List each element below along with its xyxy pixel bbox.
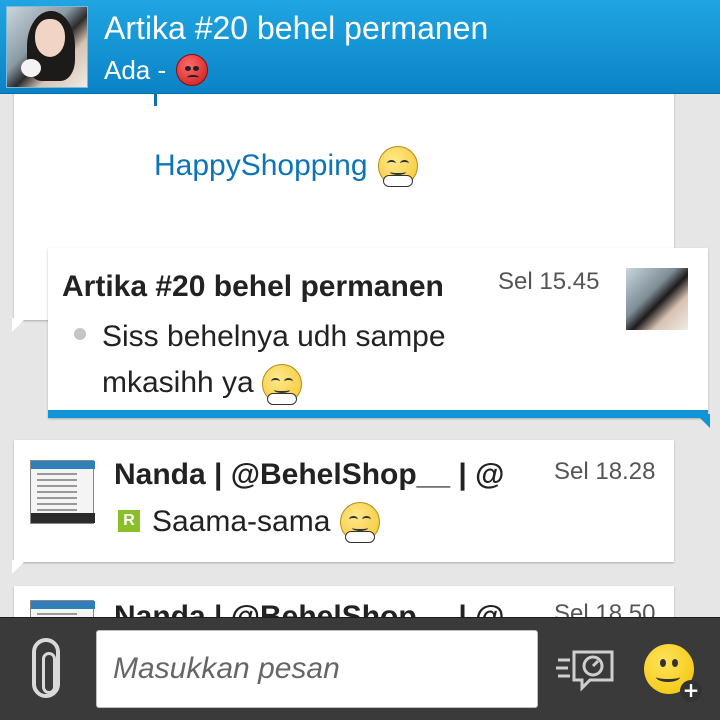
message-bubble-received[interactable]: Nanda | @BehelShop__ | @ Sel 18.50 bbox=[14, 586, 674, 617]
message-time: Sel 18.28 bbox=[554, 458, 656, 485]
avatar-toy bbox=[21, 59, 41, 77]
message-time: Sel 18.50 bbox=[554, 600, 656, 617]
message-input-box[interactable] bbox=[96, 630, 538, 708]
message-text: Saama-sama bbox=[152, 505, 331, 538]
happy-hands-icon bbox=[340, 502, 381, 543]
angry-face-icon bbox=[176, 54, 209, 86]
message-text-row: HappyShopping bbox=[154, 146, 418, 187]
plus-icon: + bbox=[680, 680, 702, 702]
happy-hands-icon bbox=[262, 364, 303, 406]
chat-messages[interactable]: HappyShopping Artika #20 behel permanen … bbox=[0, 94, 720, 617]
message-text-block: Siss behelnya udh sampe mkasihh ya bbox=[102, 314, 522, 406]
bubble-tail bbox=[12, 318, 26, 332]
avatar-face bbox=[35, 19, 65, 57]
contact-avatar[interactable] bbox=[6, 6, 88, 88]
sender-avatar bbox=[30, 460, 95, 524]
contact-name[interactable]: Artika #20 behel permanen bbox=[104, 10, 488, 47]
message-text-row: Saama-sama bbox=[152, 502, 381, 543]
sender-avatar bbox=[626, 268, 688, 330]
message-bubble-sent[interactable]: Artika #20 behel permanen Sel 15.45 Siss… bbox=[48, 248, 710, 428]
contact-status: Ada - bbox=[104, 54, 167, 85]
message-sender: Nanda | @BehelShop__ | @ bbox=[114, 458, 505, 491]
bubble-tail bbox=[696, 414, 710, 428]
happy-hands-icon bbox=[377, 146, 418, 187]
message-input[interactable] bbox=[97, 631, 537, 707]
paperclip-icon[interactable] bbox=[32, 638, 60, 698]
bubble-tail bbox=[12, 560, 26, 574]
message-time: Sel 15.45 bbox=[498, 268, 600, 295]
ping-icon[interactable] bbox=[556, 648, 616, 692]
message-sender: Artika #20 behel permanen bbox=[62, 270, 444, 303]
text-fragment bbox=[154, 94, 157, 106]
message-bubble-received[interactable]: Nanda | @BehelShop__ | @ Sel 18.28 R Saa… bbox=[12, 440, 674, 574]
contact-status-row: Ada - bbox=[104, 54, 209, 86]
add-emoji-icon[interactable]: + bbox=[644, 644, 702, 702]
message-text: HappyShopping bbox=[154, 149, 368, 182]
message-sender: Nanda | @BehelShop__ | @ bbox=[114, 600, 505, 617]
delivery-status-icon bbox=[74, 328, 86, 340]
read-badge-icon: R bbox=[118, 510, 140, 532]
chat-header: Artika #20 behel permanen Ada - bbox=[0, 0, 720, 94]
composer-bar: + bbox=[0, 617, 720, 720]
sender-avatar bbox=[30, 600, 95, 617]
